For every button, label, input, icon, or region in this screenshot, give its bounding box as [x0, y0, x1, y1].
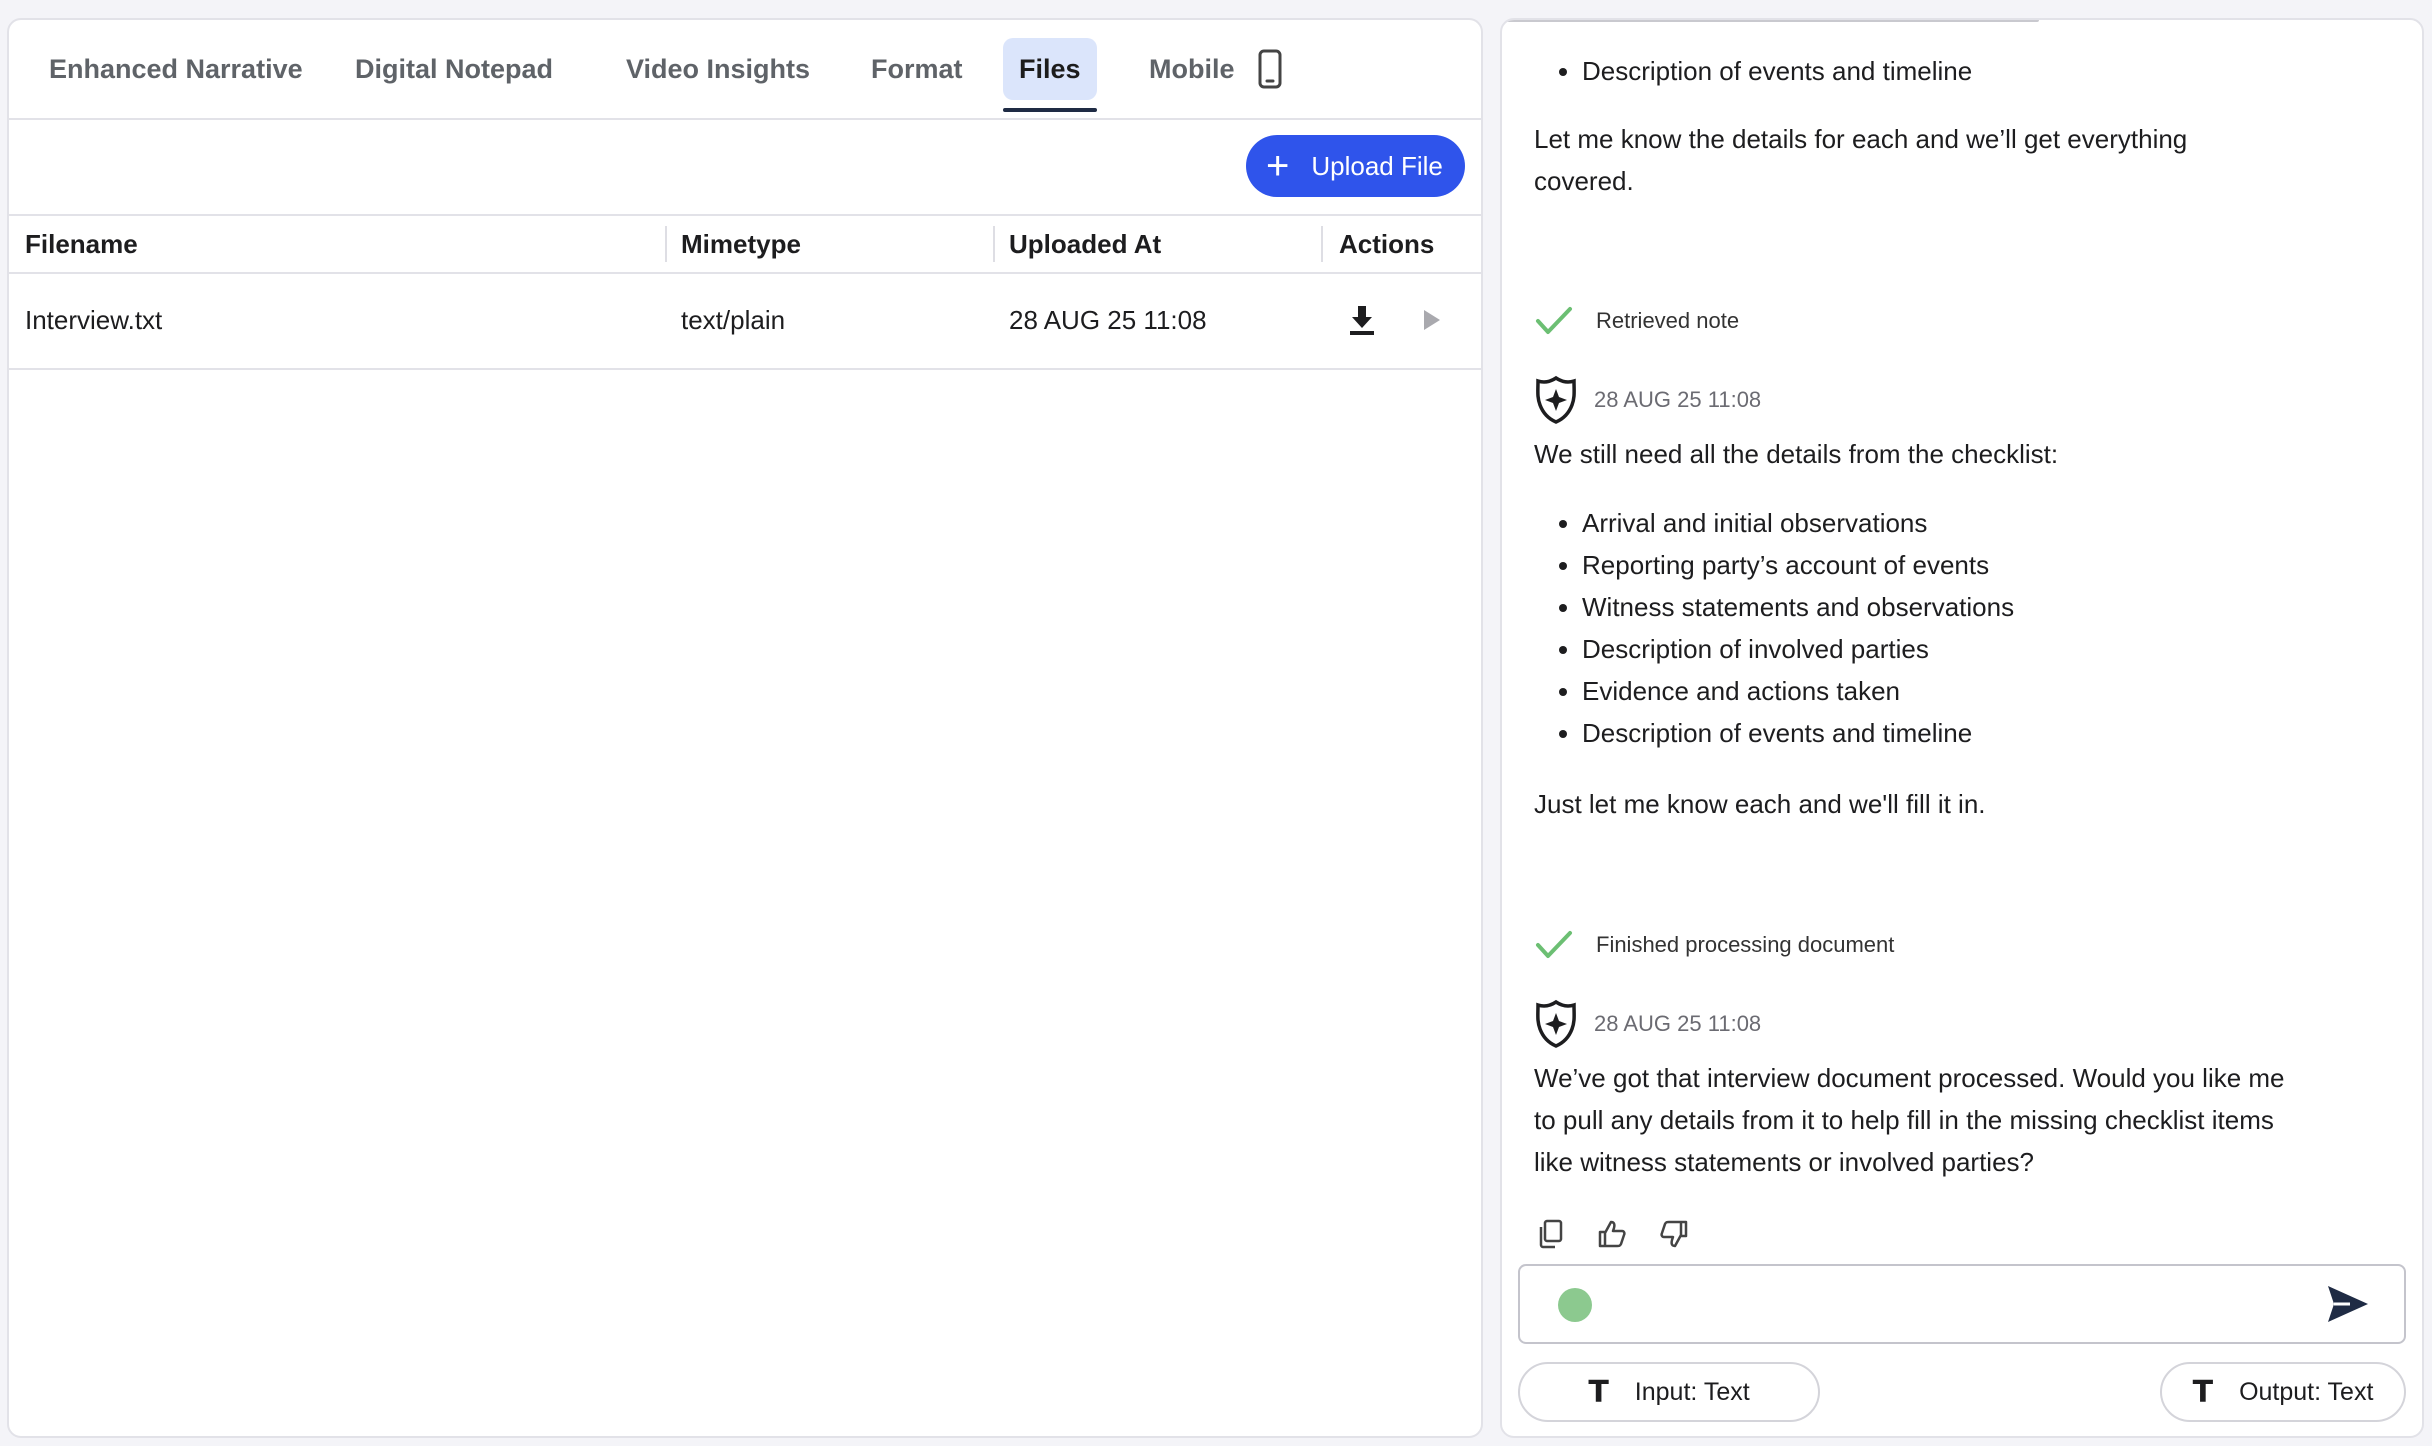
police-badge-icon [1536, 375, 1576, 424]
message-timestamp: 28 AUG 25 11:08 [1594, 387, 1762, 412]
thumbs-down-button[interactable] [1658, 1216, 1690, 1252]
message-feedback-bar [1534, 1214, 1690, 1254]
message-header: 28 AUG 25 11:08 [1534, 374, 1761, 426]
tab-format[interactable]: Format [855, 38, 979, 100]
tab-video-insights[interactable]: Video Insights [610, 38, 826, 100]
list-item: Description of events and timeline [1582, 712, 2422, 754]
column-header-uploaded-at[interactable]: Uploaded At [1009, 216, 1161, 272]
text-mode-icon: T [1588, 1374, 1609, 1410]
chat-input-box[interactable] [1518, 1264, 2406, 1344]
bullet-list: Description of events and timeline [1534, 50, 2422, 92]
column-header-actions: Actions [1339, 228, 1435, 259]
send-button[interactable] [2326, 1284, 2370, 1329]
assistant-text: We’ve got that interview document proces… [1534, 1063, 2285, 1177]
thumbs-up-button[interactable] [1596, 1216, 1628, 1252]
table-row[interactable]: Interview.txt text/plain 28 AUG 25 11:08 [9, 274, 1481, 370]
checklist-bullets: Arrival and initial observations Reporti… [1534, 502, 2422, 754]
police-badge-icon [1536, 999, 1576, 1048]
plus-icon: + [1266, 144, 1290, 188]
column-resize-handle[interactable] [665, 226, 667, 262]
chat-panel: Description of events and timeline Let m… [1500, 18, 2424, 1438]
copy-icon [1539, 1219, 1563, 1249]
download-button[interactable] [1345, 302, 1379, 338]
checkmark-icon [1536, 931, 1572, 958]
play-button[interactable] [1415, 302, 1449, 338]
tab-bar: Enhanced Narrative Digital Notepad Video… [9, 20, 1481, 120]
text-mode-icon: T [2192, 1374, 2214, 1410]
list-item: Reporting party’s account of events [1582, 544, 2422, 586]
status-text: Retrieved note [1596, 308, 1740, 333]
cell-filename: Interview.txt [25, 304, 163, 335]
assistant-text: We still need all the details from the c… [1534, 439, 2059, 469]
message-timestamp: 28 AUG 25 11:08 [1594, 1011, 1762, 1036]
status-finished-processing: Finished processing document [1534, 924, 1894, 966]
cell-uploaded-at: 28 AUG 25 11:08 [1009, 304, 1207, 335]
mobile-phone-icon [1258, 49, 1281, 89]
tab-files[interactable]: Files [1003, 38, 1097, 112]
upload-file-button[interactable]: + Upload File [1246, 135, 1465, 197]
column-header-mimetype[interactable]: Mimetype [681, 216, 801, 272]
tab-label: Digital Notepad [355, 53, 554, 84]
list-item: Evidence and actions taken [1582, 670, 2422, 712]
thumbs-up-icon [1598, 1220, 1626, 1248]
table-header: Filename Mimetype Uploaded At Actions [9, 214, 1481, 274]
tab-label: Video Insights [626, 53, 811, 84]
list-item: Arrival and initial observations [1582, 502, 2422, 544]
cell-mimetype: text/plain [681, 304, 786, 335]
output-mode-label: Output: Text [2239, 1377, 2374, 1406]
send-icon [2328, 1286, 2368, 1322]
voice-indicator-icon[interactable] [1558, 1288, 1592, 1322]
input-mode-label: Input: Text [1634, 1377, 1750, 1406]
assistant-text: Just let me know each and we'll fill it … [1534, 789, 1986, 819]
list-item: Description of involved parties [1582, 628, 2422, 670]
upload-file-label: Upload File [1311, 150, 1443, 181]
download-icon [1350, 306, 1374, 335]
thumbs-down-icon [1660, 1220, 1688, 1248]
checkmark-icon [1536, 307, 1572, 334]
status-retrieved-note: Retrieved note [1534, 300, 1739, 342]
input-mode-button[interactable]: T Input: Text [1518, 1362, 1820, 1422]
list-item: Description of events and timeline [1582, 50, 2422, 92]
tab-digital-notepad[interactable]: Digital Notepad [339, 38, 569, 100]
column-resize-handle[interactable] [993, 226, 995, 262]
column-header-filename[interactable]: Filename [25, 216, 138, 272]
tab-enhanced-narrative[interactable]: Enhanced Narrative [33, 38, 319, 100]
assistant-text: Let me know the details for each and we’… [1534, 124, 2188, 196]
tab-label: Enhanced Narrative [49, 53, 303, 84]
copy-button[interactable] [1534, 1216, 1566, 1252]
files-panel: Enhanced Narrative Digital Notepad Video… [7, 18, 1483, 1438]
tab-mobile[interactable]: Mobile [1133, 38, 1299, 100]
list-item: Witness statements and observations [1582, 586, 2422, 628]
play-icon [1424, 310, 1440, 330]
status-text: Finished processing document [1596, 932, 1895, 957]
output-mode-button[interactable]: T Output: Text [2160, 1362, 2406, 1422]
tab-label: Files [1019, 53, 1081, 84]
horizontal-scrollbar[interactable] [1504, 20, 2039, 22]
column-resize-handle[interactable] [1321, 226, 1323, 262]
chat-input[interactable] [1610, 1278, 2254, 1332]
tab-label: Format [871, 53, 963, 84]
message-header: 28 AUG 25 11:08 [1534, 998, 1761, 1050]
tab-label: Mobile [1149, 53, 1235, 84]
